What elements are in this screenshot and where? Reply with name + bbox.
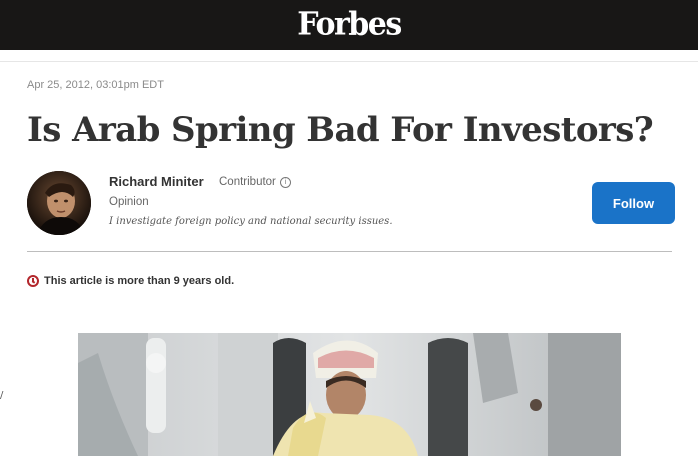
author-bio: I investigate foreign policy and nationa… xyxy=(109,216,393,227)
author-photo xyxy=(27,171,91,235)
article-section[interactable]: Opinion xyxy=(109,196,149,208)
header-divider xyxy=(0,61,698,62)
author-role: Contributor i xyxy=(219,176,291,188)
site-header: Forbes xyxy=(0,0,698,50)
author-name[interactable]: Richard Miniter xyxy=(109,174,204,189)
article-age-text: This article is more than 9 years old. xyxy=(44,275,235,287)
forbes-logo[interactable]: Forbes xyxy=(297,9,402,41)
clock-icon xyxy=(27,275,39,287)
article-hero-image[interactable] xyxy=(78,333,621,456)
info-icon[interactable]: i xyxy=(279,176,291,188)
left-edge-mark: / xyxy=(0,390,4,401)
article-title: Is Arab Spring Bad For Investors? xyxy=(27,110,654,150)
follow-button[interactable]: Follow xyxy=(592,182,675,224)
author-avatar[interactable] xyxy=(27,171,91,235)
article-age-notice: This article is more than 9 years old. xyxy=(27,275,234,287)
publish-date: Apr 25, 2012, 03:01pm EDT xyxy=(27,79,164,91)
hero-photo xyxy=(78,333,621,456)
author-role-label: Contributor xyxy=(219,176,276,188)
byline-divider xyxy=(27,251,672,252)
